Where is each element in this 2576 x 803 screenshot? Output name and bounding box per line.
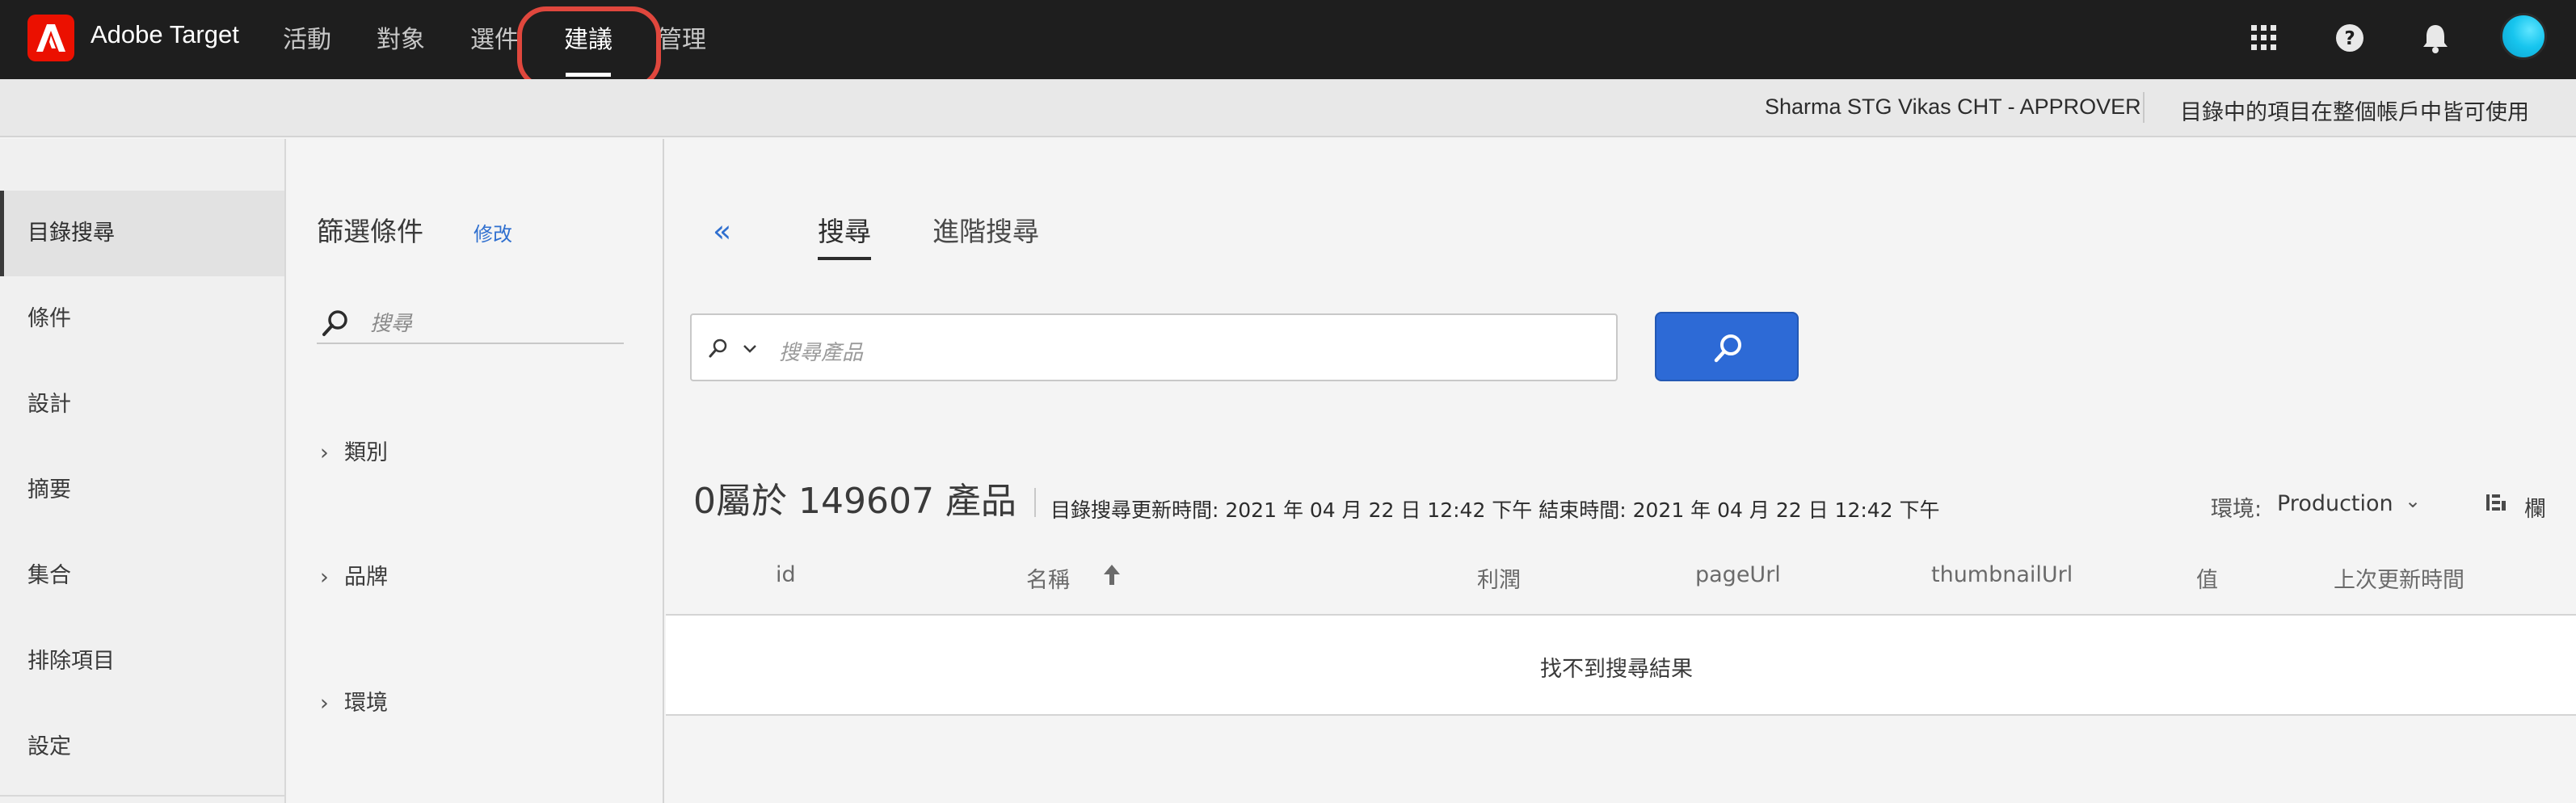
facet-label: 類別 <box>344 440 388 465</box>
collapse-filters-button[interactable]: « <box>713 213 731 249</box>
user-avatar[interactable] <box>2500 13 2547 60</box>
sidebar-item-catalog-search[interactable]: 目錄搜尋 <box>0 191 284 276</box>
sidebar-item-criteria[interactable]: 條件 <box>0 276 284 362</box>
chevron-right-icon: › <box>320 691 329 716</box>
column-header-margin[interactable]: 利潤 <box>1477 562 1521 594</box>
current-workspace-user[interactable]: Sharma STG Vikas CHT - APPROVER <box>1765 95 2141 120</box>
facet-environment[interactable]: › 環境 <box>320 685 388 717</box>
apps-grid-icon[interactable] <box>2243 17 2285 59</box>
column-header-id[interactable]: id <box>776 562 796 587</box>
filters-panel: 篩選條件 修改 搜尋 › 類別 › 品牌 › 環境 <box>288 139 664 803</box>
column-header-last-updated[interactable]: 上次更新時間 <box>2334 562 2464 594</box>
filters-search-field[interactable]: 搜尋 <box>317 301 624 344</box>
sidebar-item-designs[interactable]: 設計 <box>0 362 284 448</box>
left-sidebar: 目錄搜尋 條件 設計 摘要 集合 排除項目 設定 <box>0 139 286 803</box>
sort-ascending-icon[interactable] <box>1101 562 1123 591</box>
nav-administration[interactable]: 管理 <box>658 19 706 55</box>
help-icon[interactable]: ? <box>2329 17 2371 59</box>
sidebar-item-settings[interactable]: 設定 <box>0 704 284 790</box>
search-icon <box>322 310 347 336</box>
environment-label: 環境: <box>2211 497 2262 522</box>
search-icon <box>1714 334 1741 363</box>
columns-button[interactable]: 欄 <box>2524 491 2546 523</box>
column-header-thumbnailurl[interactable]: thumbnailUrl <box>1931 562 2073 587</box>
facet-category[interactable]: › 類別 <box>320 435 388 466</box>
notification-bell-icon[interactable] <box>2414 17 2456 59</box>
search-button[interactable] <box>1655 312 1799 381</box>
tab-advanced-search[interactable]: 進階搜尋 <box>932 210 1039 257</box>
product-search-placeholder: 搜尋產品 <box>779 341 864 365</box>
top-nav-bar: Adobe Target 活動 對象 選件 建議 管理 ? <box>0 0 2576 79</box>
catalog-update-time: 目錄搜尋更新時間: 2021 年 04 月 22 日 12:42 下午 結束時間… <box>1050 498 1940 522</box>
search-icon <box>709 338 727 358</box>
sidebar-item-feeds[interactable]: 摘要 <box>0 448 284 533</box>
filters-edit-link[interactable]: 修改 <box>474 218 512 246</box>
product-search-input[interactable]: 搜尋產品 <box>690 313 1618 381</box>
nav-audiences[interactable]: 對象 <box>377 19 425 55</box>
sub-header-divider <box>2143 92 2145 123</box>
column-header-pageurl[interactable]: pageUrl <box>1695 562 1781 587</box>
result-count: 0屬於 149607 產品 <box>693 481 1017 522</box>
chevron-right-icon: › <box>320 565 329 590</box>
facet-label: 品牌 <box>344 565 388 590</box>
chevron-down-icon[interactable]: ⌄ <box>2405 490 2421 512</box>
chevron-down-icon[interactable] <box>740 339 760 359</box>
sidebar-item-collections[interactable]: 集合 <box>0 533 284 619</box>
nav-recommendations-highlight-ring <box>517 6 661 89</box>
column-header-value[interactable]: 值 <box>2196 562 2218 594</box>
environment-select[interactable]: Production <box>2277 491 2393 516</box>
empty-results-message: 找不到搜尋結果 <box>1540 657 1693 682</box>
column-header-name[interactable]: 名稱 <box>1026 562 1070 594</box>
table-empty-row: 找不到搜尋結果 <box>666 616 2576 716</box>
facet-label: 環境 <box>344 691 388 716</box>
adobe-logo-icon[interactable] <box>27 15 74 61</box>
facet-brand[interactable]: › 品牌 <box>320 559 388 591</box>
sidebar-bottom-divider <box>0 795 284 797</box>
sub-header: Sharma STG Vikas CHT - APPROVER 目錄中的項目在整… <box>0 79 2576 137</box>
app-title[interactable]: Adobe Target <box>90 20 239 49</box>
svg-text:?: ? <box>2344 28 2355 49</box>
nav-offers[interactable]: 選件 <box>470 19 519 55</box>
catalog-availability-note: 目錄中的項目在整個帳戶中皆可使用 <box>2180 100 2529 125</box>
filters-search-placeholder: 搜尋 <box>370 312 413 336</box>
chevron-right-icon: › <box>320 440 329 465</box>
tab-search[interactable]: 搜尋 <box>818 210 871 260</box>
nav-activities[interactable]: 活動 <box>283 19 331 55</box>
result-separator <box>1034 488 1036 517</box>
column-settings-icon[interactable] <box>2484 491 2508 519</box>
catalog-search-main: « 搜尋 進階搜尋 搜尋產品 0屬於 149607 產品 目錄搜尋更新時間: 2… <box>666 139 2576 803</box>
sidebar-item-exclusions[interactable]: 排除項目 <box>0 619 284 704</box>
filters-title: 篩選條件 <box>317 216 423 247</box>
